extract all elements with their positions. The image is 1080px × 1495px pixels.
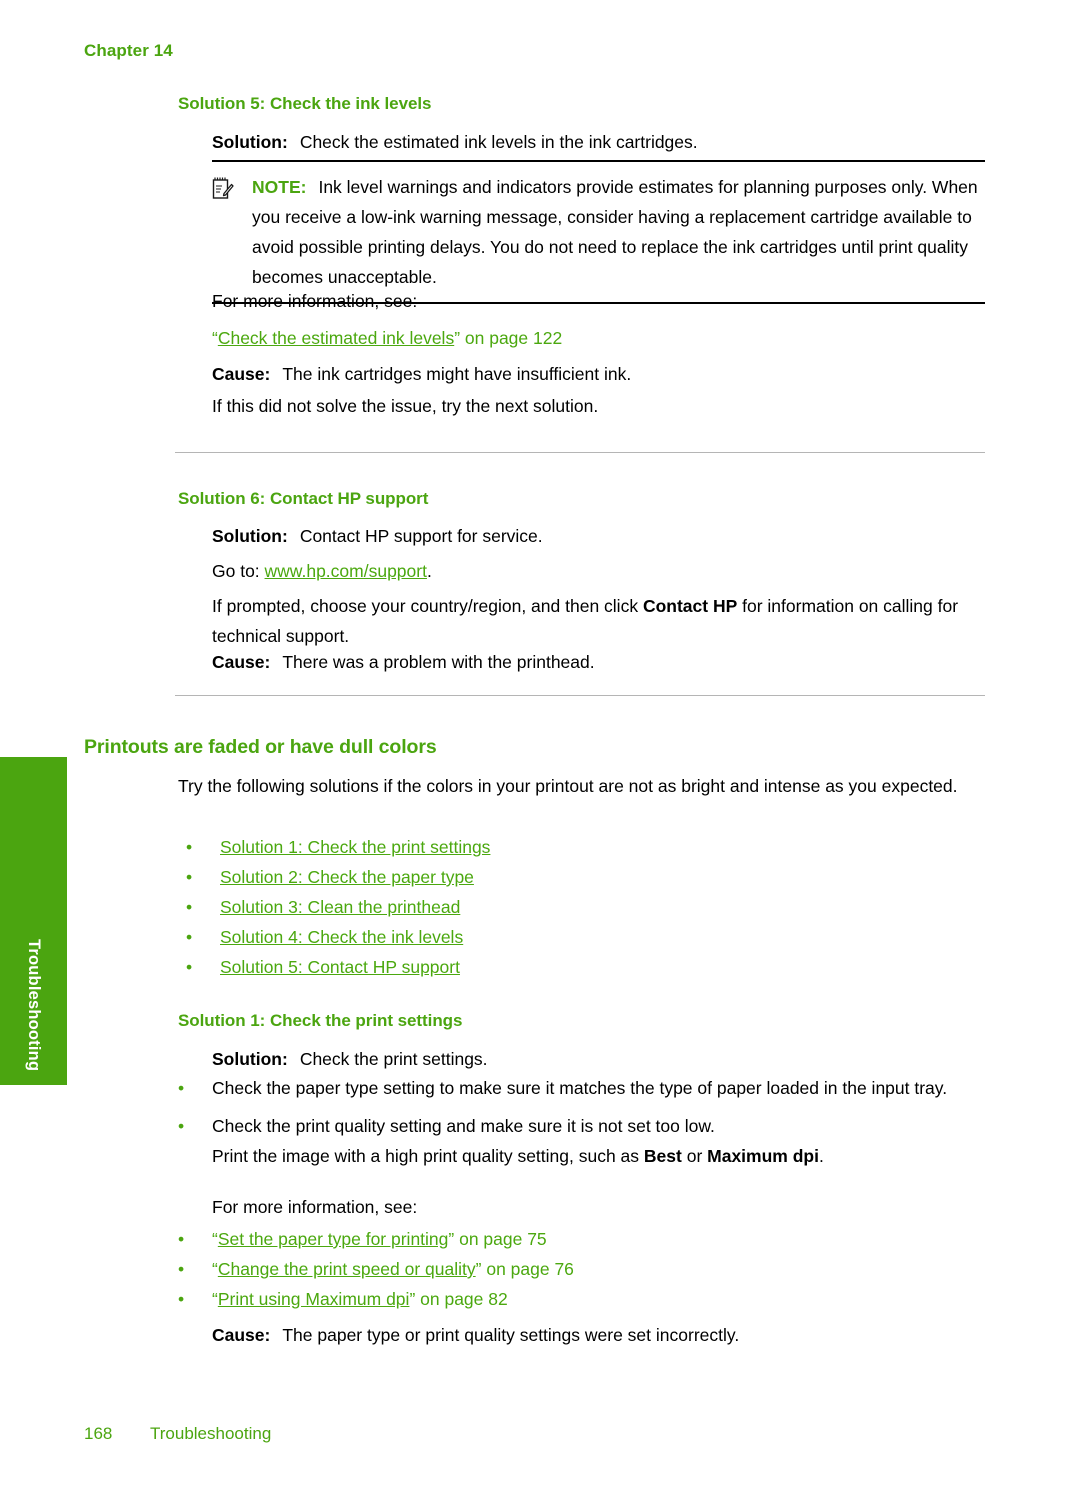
- section-divider-2: [175, 695, 985, 696]
- note-body: Ink level warnings and indicators provid…: [252, 177, 978, 287]
- reference-page: on page 76: [481, 1259, 574, 1279]
- page-footer: 168 Troubleshooting: [84, 1424, 271, 1444]
- reference-page: on page 82: [415, 1289, 508, 1309]
- link-solution-5-contact-hp-support[interactable]: Solution 5: Contact HP support: [220, 957, 460, 977]
- list-item: • Check the print quality setting and ma…: [170, 1111, 990, 1171]
- faded-section-intro: Try the following solutions if the color…: [178, 776, 958, 796]
- cause-text: There was a problem with the printhead.: [282, 652, 595, 672]
- chapter-header: Chapter 14: [84, 41, 173, 60]
- list-item[interactable]: • Solution 5: Contact HP support: [178, 952, 778, 982]
- faded-section-solution-link-list: • Solution 1: Check the print settings •…: [178, 832, 778, 982]
- footer-page-number: 168: [84, 1424, 113, 1443]
- solution-1-bullet-1-text: Check the paper type setting to make sur…: [212, 1078, 948, 1098]
- solution-1-more-info-label: For more information, see:: [212, 1197, 418, 1217]
- solution-label: Solution:: [212, 526, 288, 546]
- note-label: NOTE:: [252, 177, 307, 197]
- link-solution-1-check-print-settings[interactable]: Solution 1: Check the print settings: [220, 837, 490, 857]
- solution-1-solution-line: Solution: Check the print settings.: [212, 1044, 488, 1074]
- list-item[interactable]: • “Change the print speed or quality” on…: [170, 1254, 890, 1284]
- list-item[interactable]: • Solution 4: Check the ink levels: [178, 922, 778, 952]
- solution-5-solution-line: Solution: Check the estimated ink levels …: [212, 127, 992, 157]
- solution-1-bullet-2-mid: or: [681, 1146, 708, 1166]
- cause-label: Cause:: [212, 652, 271, 672]
- link-hp-support-url[interactable]: www.hp.com/support: [265, 561, 427, 581]
- heading-solution-5: Solution 5: Check the ink levels: [178, 94, 432, 113]
- prompt-text-part-1: If prompted, choose your country/region,…: [212, 596, 643, 616]
- list-item[interactable]: • Solution 1: Check the print settings: [178, 832, 778, 862]
- cross-reference-page: on page 122: [460, 328, 563, 348]
- list-item[interactable]: • “Print using Maximum dpi” on page 82: [170, 1284, 890, 1314]
- solution-label: Solution:: [212, 1049, 288, 1069]
- list-item: • Check the paper type setting to make s…: [170, 1073, 990, 1103]
- note-pad-pencil-icon: [212, 176, 234, 200]
- solution-1-bullet-2-line-2-pre: Print the image with a high print qualit…: [212, 1146, 644, 1166]
- solution-5-next-solution-text: If this did not solve the issue, try the…: [212, 396, 599, 416]
- bullet-dot-icon: •: [186, 897, 193, 917]
- solution-5-cross-reference: “Check the estimated ink levels” on page…: [212, 323, 562, 353]
- bullet-dot-icon: •: [186, 957, 193, 977]
- goto-suffix: .: [426, 561, 432, 581]
- solution-1-bullet-2-line-1: Check the print quality setting and make…: [212, 1116, 715, 1136]
- heading-solution-1: Solution 1: Check the print settings: [178, 1011, 463, 1030]
- solution-1-bullet-list: • Check the paper type setting to make s…: [170, 1073, 990, 1171]
- note-callout-box: NOTE: Ink level warnings and indicators p…: [212, 160, 985, 304]
- solution-5-more-info-label: For more information, see:: [212, 291, 418, 311]
- cause-text: The ink cartridges might have insufficie…: [282, 364, 632, 384]
- solution-5-cause-line: Cause: The ink cartridges might have insu…: [212, 359, 631, 389]
- footer-section-name: Troubleshooting: [150, 1424, 272, 1443]
- solution-1-cause-line: Cause: The paper type or print quality se…: [212, 1320, 739, 1350]
- link-solution-4-check-ink-levels[interactable]: Solution 4: Check the ink levels: [220, 927, 463, 947]
- cause-text: The paper type or print quality settings…: [282, 1325, 740, 1345]
- bullet-dot-icon: •: [178, 1289, 185, 1309]
- solution-label: Solution:: [212, 132, 288, 152]
- side-thumb-tab-label: Troubleshooting: [25, 938, 43, 1071]
- goto-prefix: Go to:: [212, 561, 265, 581]
- bullet-dot-icon: •: [186, 867, 193, 887]
- solution-text: Contact HP support for service.: [299, 526, 543, 546]
- heading-solution-6: Solution 6: Contact HP support: [178, 489, 429, 508]
- solution-6-cause-line: Cause: There was a problem with the print…: [212, 647, 595, 677]
- solution-text: Check the estimated ink levels in the in…: [299, 132, 698, 152]
- section-divider-1: [175, 452, 985, 453]
- link-solution-2-check-paper-type[interactable]: Solution 2: Check the paper type: [220, 867, 474, 887]
- bullet-dot-icon: •: [178, 1078, 185, 1098]
- cause-label: Cause:: [212, 1325, 271, 1345]
- solution-6-solution-line: Solution: Contact HP support for service.: [212, 521, 543, 551]
- link-print-using-maximum-dpi[interactable]: Print using Maximum dpi: [218, 1289, 410, 1309]
- list-item[interactable]: • Solution 2: Check the paper type: [178, 862, 778, 892]
- side-thumb-tab: Troubleshooting: [0, 757, 67, 1085]
- solution-text: Check the print settings.: [299, 1049, 488, 1069]
- heading-printouts-faded: Printouts are faded or have dull colors: [84, 736, 437, 758]
- link-change-print-speed-or-quality[interactable]: Change the print speed or quality: [218, 1259, 476, 1279]
- solution-1-bullet-2-post: .: [818, 1146, 824, 1166]
- solution-6-prompt-paragraph: If prompted, choose your country/region,…: [212, 591, 987, 651]
- list-item[interactable]: • Solution 3: Clean the printhead: [178, 892, 778, 922]
- link-set-paper-type-for-printing[interactable]: Set the paper type for printing: [218, 1229, 449, 1249]
- bold-best: Best: [643, 1146, 682, 1166]
- link-solution-3-clean-printhead[interactable]: Solution 3: Clean the printhead: [220, 897, 460, 917]
- document-page: Chapter 14 Troubleshooting Solution 5: C…: [0, 0, 1080, 1495]
- solution-6-goto-line: Go to: www.hp.com/support.: [212, 556, 432, 586]
- cause-label: Cause:: [212, 364, 271, 384]
- link-check-estimated-ink-levels[interactable]: Check the estimated ink levels: [218, 328, 454, 348]
- list-item[interactable]: • “Set the paper type for printing” on p…: [170, 1224, 890, 1254]
- prompt-bold-contact-hp: Contact HP: [642, 596, 738, 616]
- bullet-dot-icon: •: [186, 927, 193, 947]
- bullet-dot-icon: •: [186, 837, 193, 857]
- note-text-body: NOTE: Ink level warnings and indicators p…: [252, 172, 985, 292]
- reference-page: on page 75: [454, 1229, 547, 1249]
- bold-maximum-dpi: Maximum dpi: [707, 1146, 819, 1166]
- bullet-dot-icon: •: [178, 1116, 185, 1136]
- bullet-dot-icon: •: [178, 1259, 185, 1279]
- solution-1-reference-list: • “Set the paper type for printing” on p…: [170, 1224, 890, 1314]
- bullet-dot-icon: •: [178, 1229, 185, 1249]
